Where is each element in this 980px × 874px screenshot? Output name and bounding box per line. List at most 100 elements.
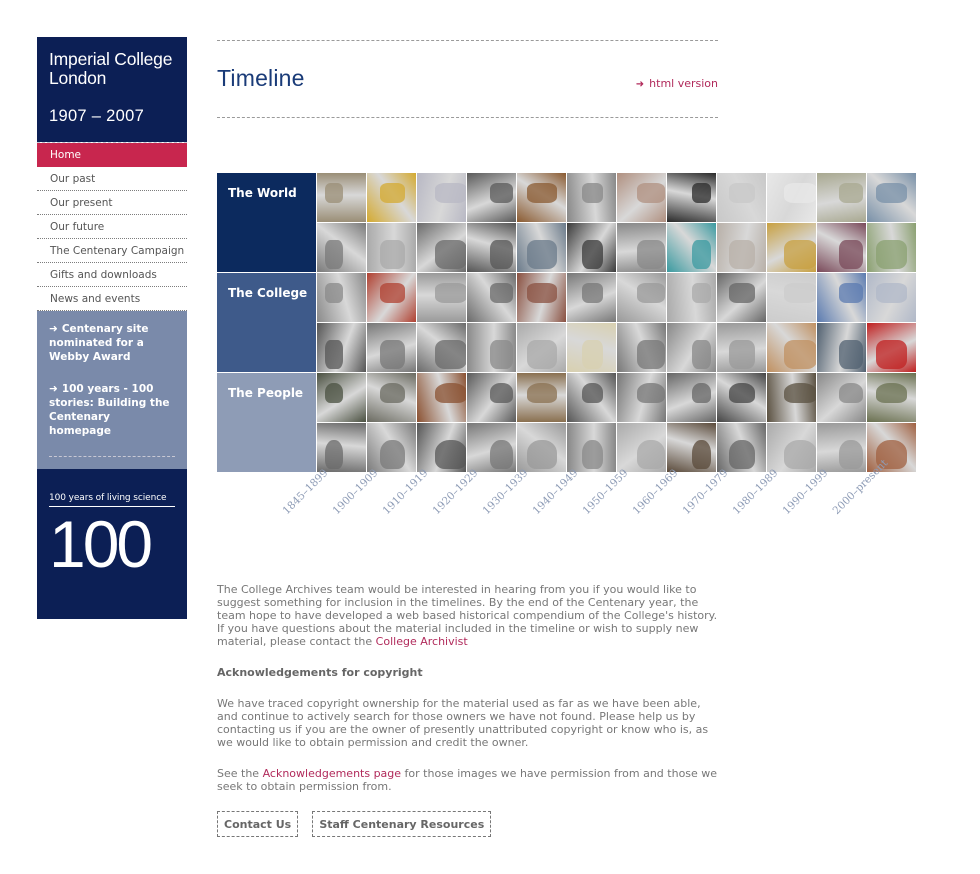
timeline-photo-tile[interactable] <box>317 173 366 222</box>
timeline-photo-tile[interactable] <box>867 223 916 272</box>
timeline-photo-tile[interactable] <box>667 323 716 372</box>
timeline-photo-tile[interactable] <box>617 273 666 322</box>
timeline-photo-tile[interactable] <box>567 323 616 372</box>
timeline-photo-tile[interactable] <box>417 423 466 472</box>
timeline-photo-tile[interactable] <box>367 273 416 322</box>
timeline-photo-tile[interactable] <box>767 223 816 272</box>
timeline-photo-tile[interactable] <box>817 373 866 422</box>
timeline-photo-tile[interactable] <box>717 223 766 272</box>
timeline-photo-tile[interactable] <box>617 223 666 272</box>
timeline-photo-tile[interactable] <box>417 273 466 322</box>
nav-item-news-events[interactable]: News and events <box>37 287 187 311</box>
decade-label[interactable]: 1845–1899 <box>281 467 331 517</box>
timeline-photo-tile[interactable] <box>567 423 616 472</box>
timeline-photo-tile[interactable] <box>867 173 916 222</box>
nav-item-gifts-downloads[interactable]: Gifts and downloads <box>37 263 187 287</box>
decade-label[interactable]: 1900–1909 <box>331 467 381 517</box>
timeline-photo-tile[interactable] <box>817 223 866 272</box>
timeline-photo-tile[interactable] <box>667 223 716 272</box>
timeline-photo-tile[interactable] <box>717 423 766 472</box>
timeline-photo-tile[interactable] <box>667 273 716 322</box>
category-the-people[interactable]: The People <box>217 373 316 472</box>
timeline-photo-tile[interactable] <box>467 173 516 222</box>
timeline-photo-tile[interactable] <box>317 373 366 422</box>
timeline-photo-tile[interactable] <box>467 223 516 272</box>
timeline-photo-tile[interactable] <box>417 323 466 372</box>
decade-label[interactable]: 1960–1969 <box>631 467 681 517</box>
brand-logo[interactable]: Imperial College London 1907 – 2007 <box>37 37 187 142</box>
timeline-photo-tile[interactable] <box>517 173 566 222</box>
timeline-photo-tile[interactable] <box>767 273 816 322</box>
timeline-photo-tile[interactable] <box>817 423 866 472</box>
timeline-photo-tile[interactable] <box>717 173 766 222</box>
news-item[interactable]: ➜ 100 years - 100 stories: Building the C… <box>49 382 175 438</box>
timeline-photo-tile[interactable] <box>617 423 666 472</box>
timeline-photo-tile[interactable] <box>367 173 416 222</box>
timeline-photo-tile[interactable] <box>717 273 766 322</box>
timeline-photo-tile[interactable] <box>667 373 716 422</box>
timeline-photo-tile[interactable] <box>867 273 916 322</box>
html-version-link[interactable]: ➜ html version <box>636 77 718 90</box>
decade-label[interactable]: 1930–1939 <box>481 467 531 517</box>
timeline-photo-tile[interactable] <box>517 323 566 372</box>
timeline-photo-tile[interactable] <box>317 273 366 322</box>
timeline-photo-tile[interactable] <box>767 373 816 422</box>
timeline-photo-tile[interactable] <box>417 173 466 222</box>
timeline-photo-tile[interactable] <box>367 373 416 422</box>
timeline-photo-tile[interactable] <box>567 273 616 322</box>
timeline-photo-tile[interactable] <box>617 173 666 222</box>
decade-label[interactable]: 1940–1949 <box>531 467 581 517</box>
timeline-photo-tile[interactable] <box>817 323 866 372</box>
decade-label[interactable]: 1970–1979 <box>681 467 731 517</box>
timeline-photo-tile[interactable] <box>567 223 616 272</box>
timeline-photo-tile[interactable] <box>367 223 416 272</box>
category-the-college[interactable]: The College <box>217 273 316 372</box>
timeline-photo-tile[interactable] <box>467 323 516 372</box>
timeline-photo-tile[interactable] <box>317 423 366 472</box>
timeline-photo-tile[interactable] <box>467 423 516 472</box>
timeline-photo-tile[interactable] <box>517 273 566 322</box>
centenary-badge[interactable]: 100 years of living science 100 <box>37 469 187 619</box>
category-the-world[interactable]: The World <box>217 173 316 272</box>
nav-item-our-present[interactable]: Our present <box>37 191 187 215</box>
decade-label[interactable]: 1920–1929 <box>431 467 481 517</box>
nav-item-home[interactable]: Home <box>37 143 187 167</box>
acknowledgements-page-link[interactable]: Acknowledgements page <box>263 767 401 780</box>
timeline-photo-tile[interactable] <box>867 323 916 372</box>
timeline-photo-tile[interactable] <box>367 423 416 472</box>
timeline-photo-tile[interactable] <box>517 373 566 422</box>
timeline-photo-tile[interactable] <box>817 273 866 322</box>
timeline-photo-tile[interactable] <box>517 223 566 272</box>
contact-us-button[interactable]: Contact Us <box>217 811 299 837</box>
decade-label[interactable]: 1950–1959 <box>581 467 631 517</box>
timeline-photo-tile[interactable] <box>617 373 666 422</box>
timeline-photo-tile[interactable] <box>467 273 516 322</box>
timeline-photo-tile[interactable] <box>417 373 466 422</box>
timeline-photo-tile[interactable] <box>717 323 766 372</box>
timeline-photo-tile[interactable] <box>767 173 816 222</box>
timeline-photo-tile[interactable] <box>417 223 466 272</box>
timeline-photo-tile[interactable] <box>517 423 566 472</box>
timeline-photo-tile[interactable] <box>867 373 916 422</box>
timeline-photo-tile[interactable] <box>667 173 716 222</box>
timeline-photo-tile[interactable] <box>317 223 366 272</box>
timeline-photo-tile[interactable] <box>717 373 766 422</box>
timeline-photo-tile[interactable] <box>317 323 366 372</box>
timeline-photo-tile[interactable] <box>367 323 416 372</box>
decade-label[interactable]: 1910–1919 <box>381 467 431 517</box>
news-item[interactable]: ➜ Centenary site nominated for a Webby Aw… <box>49 322 175 364</box>
timeline-photo-tile[interactable] <box>767 423 816 472</box>
timeline-photo-tile[interactable] <box>467 373 516 422</box>
timeline-photo-tile[interactable] <box>617 323 666 372</box>
staff-centenary-resources-button[interactable]: Staff Centenary Resources <box>312 811 492 837</box>
timeline-photo-tile[interactable] <box>667 423 716 472</box>
timeline-photo-tile[interactable] <box>817 173 866 222</box>
nav-item-centenary-campaign[interactable]: The Centenary Campaign <box>37 239 187 263</box>
nav-item-our-future[interactable]: Our future <box>37 215 187 239</box>
decade-label[interactable]: 1990–1999 <box>781 467 831 517</box>
college-archivist-link[interactable]: College Archivist <box>376 635 468 648</box>
timeline-photo-tile[interactable] <box>567 373 616 422</box>
nav-item-our-past[interactable]: Our past <box>37 167 187 191</box>
decade-label[interactable]: 1980–1989 <box>731 467 781 517</box>
timeline-photo-tile[interactable] <box>767 323 816 372</box>
